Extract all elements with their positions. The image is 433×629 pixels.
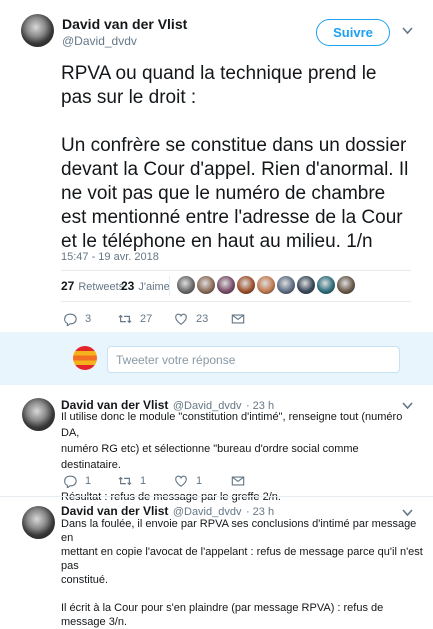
follow-button[interactable]: Suivre <box>316 19 390 46</box>
reply-icon <box>64 313 77 326</box>
liker-avatar[interactable] <box>217 276 235 294</box>
thread-retweet-action[interactable]: 1 <box>118 474 146 488</box>
heart-icon <box>175 313 187 325</box>
like-action[interactable]: 23 <box>174 312 208 326</box>
likes-label: J'aime <box>138 281 170 293</box>
tweet-line: RPVA ou quand la technique prend le <box>61 63 377 84</box>
thread-avatar[interactable] <box>22 398 55 431</box>
divider <box>61 270 411 271</box>
likes-stat[interactable]: 23 J'aime <box>121 279 170 293</box>
retweet-count: 27 <box>140 313 153 325</box>
thread-reply-action[interactable]: 1 <box>63 474 91 488</box>
divider <box>61 301 411 302</box>
chevron-down-icon[interactable] <box>402 23 413 38</box>
tweet-line: devant la Cour d'appel. Rien d'anormal. … <box>61 159 409 180</box>
thread-tweet-text: Il utilise donc le module "constitution … <box>61 409 421 505</box>
thread-like-action[interactable]: 1 <box>174 474 202 488</box>
like-count: 1 <box>196 475 203 487</box>
reply-count: 3 <box>85 313 92 325</box>
thread-line: Dans la foulée, il envoie par RPVA ses c… <box>61 518 417 544</box>
vertical-separator <box>169 276 170 296</box>
reply-count: 1 <box>85 475 92 487</box>
envelope-icon <box>231 476 245 486</box>
liker-avatar[interactable] <box>297 276 315 294</box>
retweets-count: 27 <box>61 279 75 293</box>
current-user-avatar[interactable] <box>73 346 97 370</box>
liker-avatar[interactable] <box>257 276 275 294</box>
thread-line <box>61 587 426 601</box>
thread-line: numéro RG etc) et sélectionne "bureau d'… <box>61 443 359 471</box>
retweet-action[interactable]: 27 <box>118 312 152 326</box>
liker-avatar[interactable] <box>277 276 295 294</box>
tweet-line: est mentionné entre l'adresse de la Cour <box>61 207 403 228</box>
heart-icon <box>175 475 187 487</box>
liker-avatar[interactable] <box>237 276 255 294</box>
thread-tweet-text: Dans la foulée, il envoie par RPVA ses c… <box>61 517 426 629</box>
tweet-line: Un confrère se constitue dans un dossier <box>61 135 407 156</box>
like-count: 23 <box>196 313 209 325</box>
tweet-text: RPVA ou quand la technique prend le pas … <box>61 62 421 254</box>
reply-icon <box>64 475 77 488</box>
retweet-count: 1 <box>140 475 147 487</box>
liker-avatar[interactable] <box>177 276 195 294</box>
author-avatar[interactable] <box>21 14 54 47</box>
thread-line: mettant en copie l'avocat de l'appelant … <box>61 546 423 572</box>
envelope-icon <box>231 314 245 324</box>
likes-count: 23 <box>121 279 135 293</box>
liker-avatar[interactable] <box>337 276 355 294</box>
retweet-icon <box>118 314 132 324</box>
tweet-timestamp[interactable]: 15:47 - 19 avr. 2018 <box>61 251 159 263</box>
retweets-label: Retweets <box>78 281 125 293</box>
divider <box>0 496 433 497</box>
retweet-icon <box>118 476 132 486</box>
liker-avatar[interactable] <box>197 276 215 294</box>
thread-author-name[interactable]: David van der Vlist <box>61 504 168 518</box>
tweet-line <box>61 110 421 134</box>
liker-avatars[interactable] <box>177 276 355 294</box>
retweets-stat[interactable]: 27 Retweets <box>61 279 124 293</box>
thread-avatar[interactable] <box>22 506 55 539</box>
tweet-line: pas sur le droit : <box>61 87 197 108</box>
reply-input[interactable]: Tweeter votre réponse <box>107 346 400 373</box>
author-handle[interactable]: @David_dvdv <box>62 34 137 48</box>
author-name[interactable]: David van der Vlist <box>62 16 187 32</box>
thread-message-action[interactable] <box>231 474 253 488</box>
message-action[interactable] <box>231 312 253 326</box>
tweet-line: ne voit pas que le numéro de chambre <box>61 183 386 204</box>
liker-avatar[interactable] <box>317 276 335 294</box>
thread-line: Il utilise donc le module "constitution … <box>61 411 403 439</box>
reply-action[interactable]: 3 <box>63 312 91 326</box>
thread-line: Il écrit à la Cour pour s'en plaindre (p… <box>61 602 384 628</box>
